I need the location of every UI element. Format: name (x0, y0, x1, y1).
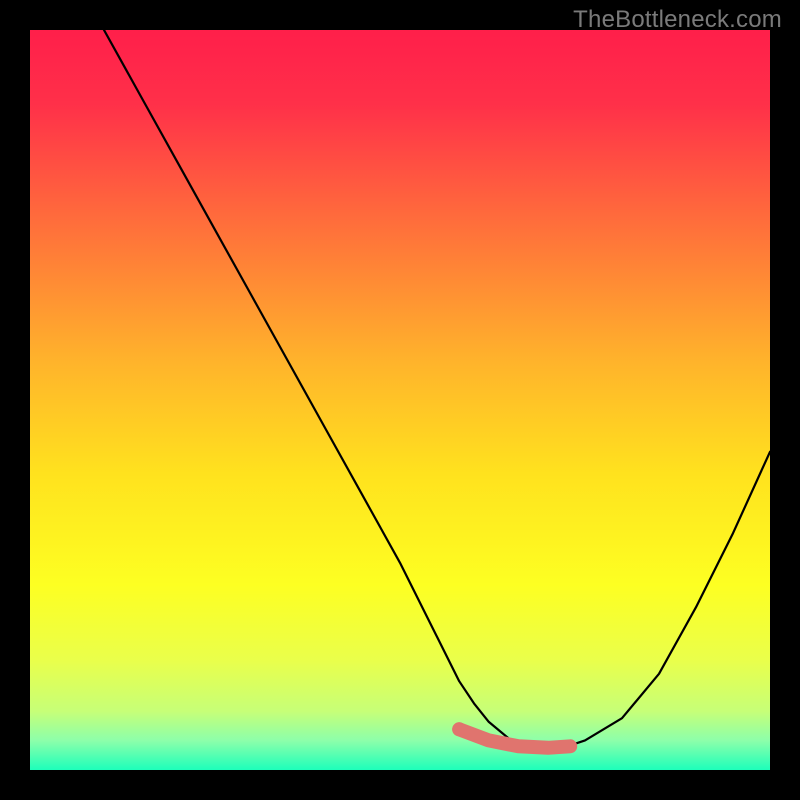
chart-svg (30, 30, 770, 770)
plot-area (30, 30, 770, 770)
watermark-text: TheBottleneck.com (573, 6, 782, 34)
chart-frame: TheBottleneck.com (0, 0, 800, 800)
gradient-background (30, 30, 770, 770)
highlight-start-dot (452, 722, 466, 736)
